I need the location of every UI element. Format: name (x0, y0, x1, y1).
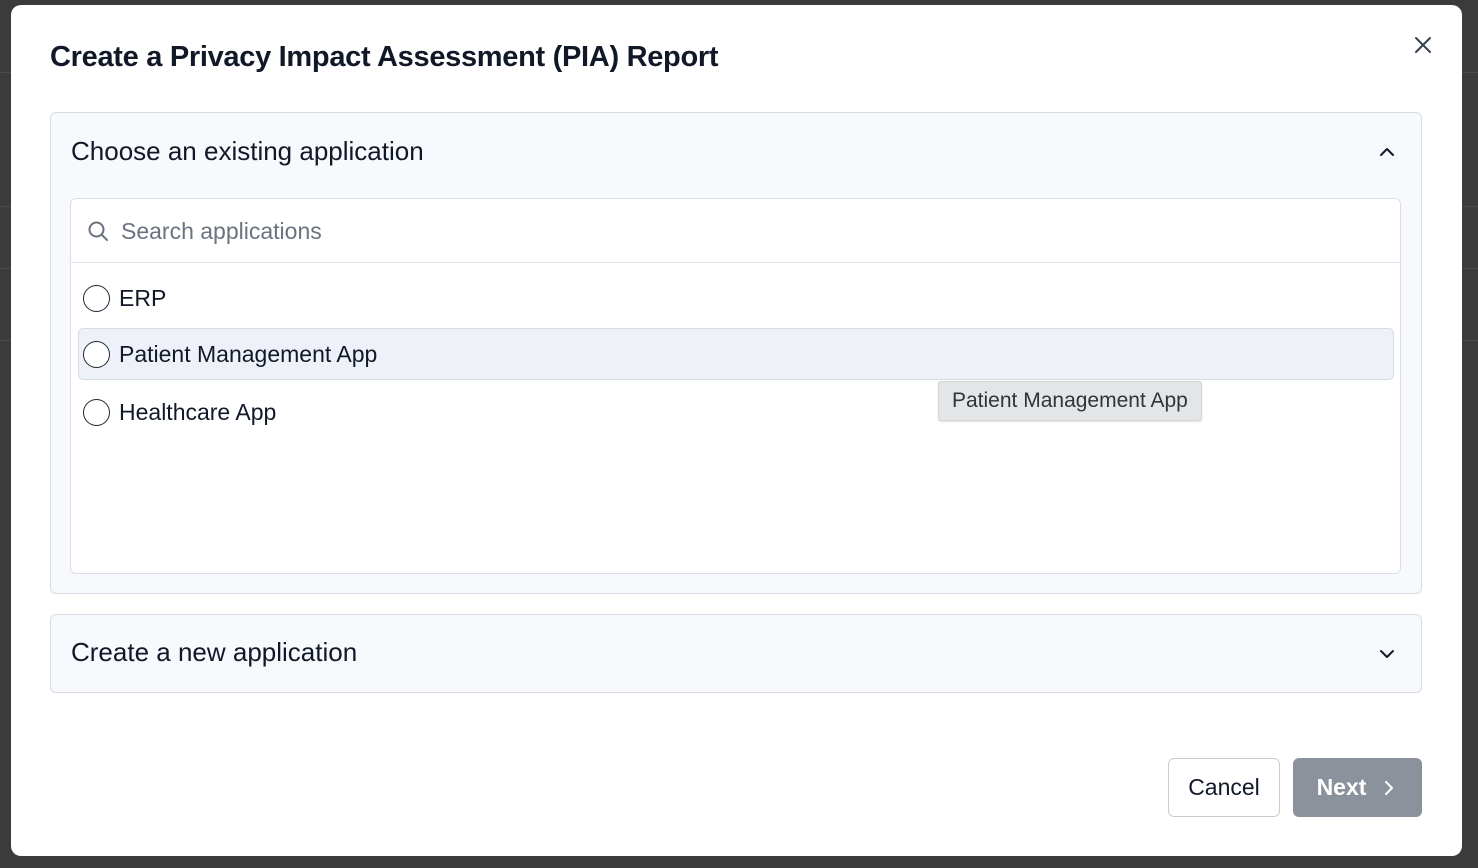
new-section-title[interactable]: Create a new application (71, 637, 357, 668)
search-icon (88, 221, 108, 241)
option-label: ERP (119, 284, 167, 311)
cancel-button-label: Cancel (1188, 774, 1260, 800)
create-pia-dialog: Create a Privacy Impact Assessment (PIA)… (11, 5, 1462, 856)
list-item[interactable]: Patient Management App (78, 328, 1394, 380)
collapse-existing-button[interactable] (1375, 140, 1399, 164)
option-label: Patient Management App (119, 340, 378, 367)
existing-application-section: Choose an existing application ERP Patie… (50, 112, 1422, 594)
chevron-right-icon (1380, 779, 1398, 797)
close-button[interactable] (1408, 30, 1438, 60)
option-tooltip: Patient Management App (938, 381, 1202, 421)
list-item[interactable]: ERP (78, 272, 1394, 324)
next-button[interactable]: Next (1293, 758, 1422, 817)
new-application-section[interactable]: Create a new application (50, 614, 1422, 693)
expand-new-button[interactable] (1375, 642, 1399, 666)
existing-section-title[interactable]: Choose an existing application (71, 136, 424, 167)
next-button-label: Next (1316, 774, 1367, 800)
cancel-button[interactable]: Cancel (1168, 758, 1280, 817)
chevron-down-icon (1380, 650, 1394, 658)
search-input[interactable] (121, 213, 1381, 249)
close-icon (1415, 37, 1431, 53)
chevron-up-icon (1380, 148, 1394, 156)
radio-button[interactable] (83, 284, 110, 312)
radio-button[interactable] (83, 398, 110, 426)
search-bar (71, 199, 1400, 263)
radio-button[interactable] (83, 340, 110, 368)
option-label: Healthcare App (119, 398, 277, 425)
dialog-title: Create a Privacy Impact Assessment (PIA)… (50, 41, 719, 73)
